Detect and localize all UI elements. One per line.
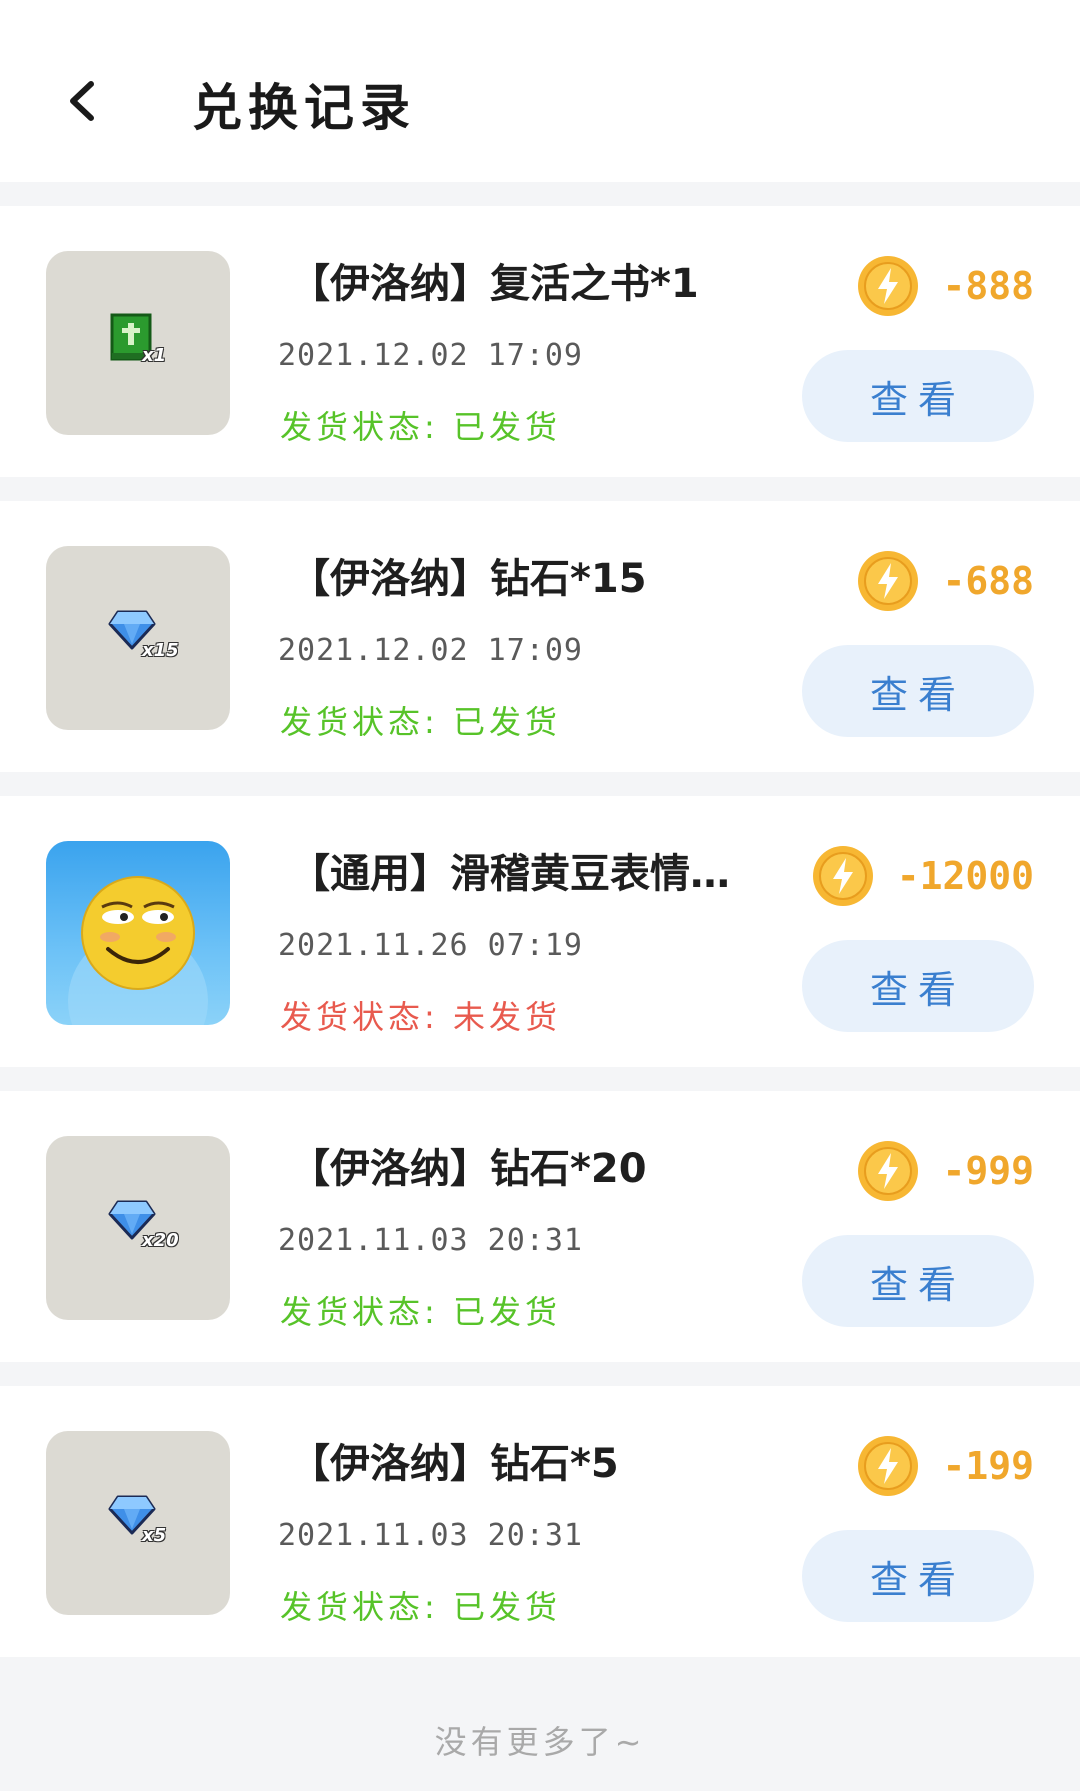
cost-value: -199 xyxy=(942,1444,1034,1488)
lightning-coin-icon xyxy=(858,551,919,611)
status-label: 发货状态: xyxy=(280,998,439,1036)
lightning-coin-icon xyxy=(858,1436,919,1496)
status-value: 已发货 xyxy=(452,408,561,446)
item-title: 【通用】滑稽黄豆表情… xyxy=(290,851,730,897)
status-label: 发货状态: xyxy=(280,703,439,741)
status-label: 发货状态: xyxy=(280,1588,439,1626)
lightning-coin-icon xyxy=(858,1141,919,1201)
delivery-status: 发货状态: 已发货 xyxy=(280,402,561,448)
delivery-status: 发货状态: 已发货 xyxy=(280,1582,561,1628)
cost-value: -12000 xyxy=(896,854,1034,898)
cost-value: -688 xyxy=(942,559,1034,603)
record-card: x20 【伊洛纳】钻石*20 2021.11.03 20:31 发货状态: 已发… xyxy=(0,1091,1080,1362)
cost: -199 xyxy=(856,1434,1034,1498)
item-title: 【伊洛纳】钻石*15 xyxy=(290,556,647,602)
cost-value: -999 xyxy=(942,1149,1034,1193)
view-button[interactable]: 查看 xyxy=(802,1235,1034,1327)
page-title: 兑换记录 xyxy=(192,79,416,137)
status-value: 已发货 xyxy=(452,1588,561,1626)
record-card: x15 【伊洛纳】钻石*15 2021.12.02 17:09 发货状态: 已发… xyxy=(0,501,1080,772)
record-card: x1 【伊洛纳】复活之书*1 2021.12.02 17:09 发货状态: 已发… xyxy=(0,206,1080,477)
item-thumbnail xyxy=(46,841,230,1025)
item-thumbnail: x20 xyxy=(46,1136,230,1320)
delivery-status: 发货状态: 已发货 xyxy=(280,697,561,743)
status-value: 已发货 xyxy=(452,703,561,741)
item-date: 2021.12.02 17:09 xyxy=(278,338,583,373)
item-thumbnail: x15 xyxy=(46,546,230,730)
quantity-badge: x1 xyxy=(142,345,167,366)
chevron-left-icon xyxy=(70,81,94,121)
record-card: x5 【伊洛纳】钻石*5 2021.11.03 20:31 发货状态: 已发货 … xyxy=(0,1386,1080,1657)
item-title: 【伊洛纳】钻石*20 xyxy=(290,1146,647,1192)
status-label: 发货状态: xyxy=(280,408,439,446)
cost: -999 xyxy=(856,1139,1034,1203)
no-more-text: 没有更多了~ xyxy=(434,1723,646,1761)
view-button[interactable]: 查看 xyxy=(802,350,1034,442)
quantity-badge: x20 xyxy=(142,1230,179,1251)
cost: -888 xyxy=(856,254,1034,318)
back-button[interactable] xyxy=(52,66,112,136)
status-label: 发货状态: xyxy=(280,1293,439,1331)
smirk-emoji-icon xyxy=(68,876,208,1025)
item-title: 【伊洛纳】钻石*5 xyxy=(290,1441,619,1487)
status-value: 已发货 xyxy=(452,1293,561,1331)
item-date: 2021.11.03 20:31 xyxy=(278,1518,583,1553)
quantity-badge: x15 xyxy=(142,640,179,661)
records-list: x1 【伊洛纳】复活之书*1 2021.12.02 17:09 发货状态: 已发… xyxy=(0,182,1080,1657)
view-button[interactable]: 查看 xyxy=(802,1530,1034,1622)
status-value: 未发货 xyxy=(452,998,561,1036)
view-button[interactable]: 查看 xyxy=(802,645,1034,737)
header-bar: 兑换记录 xyxy=(0,0,1080,182)
lightning-coin-icon xyxy=(858,256,919,316)
delivery-status: 发货状态: 未发货 xyxy=(280,992,561,1038)
lightning-coin-icon xyxy=(812,846,873,906)
quantity-badge: x5 xyxy=(142,1525,167,1546)
cost: -688 xyxy=(856,549,1034,613)
item-thumbnail: x5 xyxy=(46,1431,230,1615)
delivery-status: 发货状态: 已发货 xyxy=(280,1287,561,1333)
item-title: 【伊洛纳】复活之书*1 xyxy=(290,261,699,307)
view-button[interactable]: 查看 xyxy=(802,940,1034,1032)
cost: -12000 xyxy=(811,844,1034,908)
record-card: 【通用】滑稽黄豆表情… 2021.11.26 07:19 发货状态: 未发货 -… xyxy=(0,796,1080,1067)
item-date: 2021.12.02 17:09 xyxy=(278,633,583,668)
item-date: 2021.11.26 07:19 xyxy=(278,928,583,963)
item-thumbnail: x1 xyxy=(46,251,230,435)
cost-value: -888 xyxy=(942,264,1034,308)
item-date: 2021.11.03 20:31 xyxy=(278,1223,583,1258)
